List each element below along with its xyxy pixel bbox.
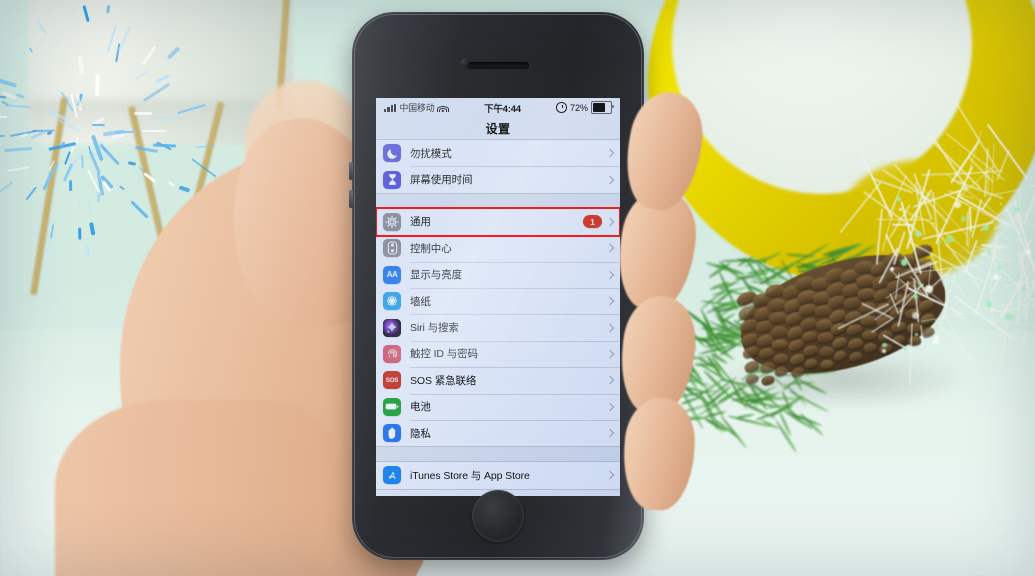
settings-row-label: SOS 紧急联络 bbox=[410, 373, 476, 388]
settings-group: 通用 1 控制中心 AA 显示与亮度墙纸 Siri 与搜索触控 ID 与密码 SOS SOS … bbox=[376, 208, 620, 448]
front-camera bbox=[460, 58, 469, 67]
home-button[interactable] bbox=[472, 490, 524, 542]
settings-row-accessory bbox=[607, 472, 620, 478]
battery-percent-label: 72% bbox=[570, 103, 588, 113]
settings-row[interactable]: 电池 bbox=[376, 394, 620, 420]
settings-row-accessory bbox=[607, 430, 620, 436]
wallpaper-flower-icon bbox=[383, 292, 401, 310]
app-store-icon bbox=[383, 466, 401, 484]
settings-app: 中国移动 下午4:44 72% 设置 勿扰模式屏幕使用时间 通用 1 控制中心 AA 显示… bbox=[376, 98, 620, 496]
wire-star-ornament bbox=[880, 170, 1035, 360]
sos-icon: SOS bbox=[383, 371, 401, 389]
finger bbox=[620, 396, 698, 513]
settings-row-accessory bbox=[607, 177, 620, 183]
carrier-label: 中国移动 bbox=[399, 101, 434, 114]
settings-row-accessory: 1 bbox=[583, 215, 620, 228]
chevron-right-icon bbox=[606, 350, 614, 358]
settings-row[interactable]: 通用 1 bbox=[376, 209, 620, 235]
wifi-icon bbox=[438, 103, 449, 112]
battery-green-icon bbox=[383, 398, 401, 416]
chevron-right-icon bbox=[606, 244, 614, 252]
chevron-right-icon bbox=[606, 175, 614, 183]
volume-up-button[interactable] bbox=[349, 162, 353, 180]
gear-icon bbox=[383, 213, 401, 231]
chevron-right-icon bbox=[606, 297, 614, 305]
settings-row[interactable]: 隐私 bbox=[376, 420, 620, 446]
status-bar-clock: 下午4:44 bbox=[449, 101, 557, 115]
settings-row-accessory bbox=[607, 351, 620, 357]
settings-row-label: 显示与亮度 bbox=[410, 267, 462, 282]
moon-icon bbox=[383, 144, 401, 162]
settings-row-label: Siri 与搜索 bbox=[410, 320, 459, 335]
settings-row-label: 墙纸 bbox=[410, 294, 431, 309]
status-bar: 中国移动 下午4:44 72% bbox=[376, 98, 620, 117]
chevron-right-icon bbox=[606, 218, 614, 226]
settings-row-label: 电池 bbox=[410, 399, 431, 414]
battery-icon bbox=[591, 101, 612, 114]
page-title: 设置 bbox=[376, 117, 620, 139]
iphone-device: 中国移动 下午4:44 72% 设置 勿扰模式屏幕使用时间 通用 1 控制中心 AA 显示… bbox=[352, 12, 644, 560]
privacy-hand-icon bbox=[383, 424, 401, 442]
settings-row-label: iTunes Store 与 App Store bbox=[410, 468, 530, 483]
settings-row[interactable]: 触控 ID 与密码 bbox=[376, 341, 620, 367]
chevron-right-icon bbox=[606, 323, 614, 331]
settings-row[interactable]: iTunes Store 与 App Store bbox=[376, 462, 620, 488]
chevron-right-icon bbox=[606, 271, 614, 279]
chevron-right-icon bbox=[606, 429, 614, 437]
settings-row-label: 隐私 bbox=[410, 426, 431, 441]
siri-icon bbox=[383, 319, 401, 337]
settings-row[interactable]: 屏幕使用时间 bbox=[376, 166, 620, 192]
alarm-clock-icon bbox=[556, 102, 567, 113]
settings-row[interactable]: 墙纸 bbox=[376, 288, 620, 314]
hourglass-icon bbox=[383, 171, 401, 189]
settings-list[interactable]: 勿扰模式屏幕使用时间 通用 1 控制中心 AA 显示与亮度墙纸 Siri 与搜索触控 ID … bbox=[376, 139, 620, 496]
hand-wrist bbox=[55, 400, 335, 576]
settings-row-accessory bbox=[607, 272, 620, 278]
sparkle-particles bbox=[0, 10, 180, 260]
settings-row[interactable]: Siri 与搜索 bbox=[376, 314, 620, 340]
settings-row-label: 勿扰模式 bbox=[410, 146, 452, 161]
settings-row[interactable]: 勿扰模式 bbox=[376, 140, 620, 166]
settings-row-accessory bbox=[607, 150, 620, 156]
settings-row[interactable]: 控制中心 bbox=[376, 235, 620, 261]
earpiece-speaker bbox=[467, 62, 529, 69]
chevron-right-icon bbox=[606, 402, 614, 410]
settings-group: iTunes Store 与 App Store bbox=[376, 461, 620, 489]
settings-row-accessory bbox=[607, 298, 620, 304]
settings-row-accessory bbox=[607, 404, 620, 410]
settings-group: 勿扰模式屏幕使用时间 bbox=[376, 139, 620, 194]
control-center-icon bbox=[383, 239, 401, 257]
chevron-right-icon bbox=[606, 376, 614, 384]
settings-row-label: 屏幕使用时间 bbox=[410, 172, 472, 187]
settings-row-accessory bbox=[607, 325, 620, 331]
phone-screen: 中国移动 下午4:44 72% 设置 勿扰模式屏幕使用时间 通用 1 控制中心 AA 显示… bbox=[376, 98, 620, 496]
status-bar-right: 72% bbox=[556, 101, 612, 114]
list-section-gap bbox=[376, 447, 620, 461]
notification-badge: 1 bbox=[583, 215, 602, 228]
settings-row-accessory bbox=[607, 245, 620, 251]
chevron-right-icon bbox=[606, 471, 614, 479]
signal-bars-icon bbox=[384, 104, 396, 112]
scene: 中国移动 下午4:44 72% 设置 勿扰模式屏幕使用时间 通用 1 控制中心 AA 显示… bbox=[0, 0, 1035, 576]
settings-row-accessory bbox=[607, 377, 620, 383]
chevron-right-icon bbox=[606, 149, 614, 157]
settings-row[interactable]: SOS SOS 紧急联络 bbox=[376, 367, 620, 393]
list-section-gap bbox=[376, 194, 620, 208]
settings-row-label: 控制中心 bbox=[410, 241, 452, 256]
status-bar-left: 中国移动 bbox=[384, 101, 449, 114]
hand-fingers bbox=[620, 200, 750, 530]
settings-row-label: 触控 ID 与密码 bbox=[410, 346, 478, 361]
settings-row[interactable]: AA 显示与亮度 bbox=[376, 262, 620, 288]
volume-down-button[interactable] bbox=[349, 190, 353, 208]
settings-row-label: 通用 bbox=[410, 214, 431, 229]
touch-id-icon bbox=[383, 345, 401, 363]
display-aa-icon: AA bbox=[383, 266, 401, 284]
